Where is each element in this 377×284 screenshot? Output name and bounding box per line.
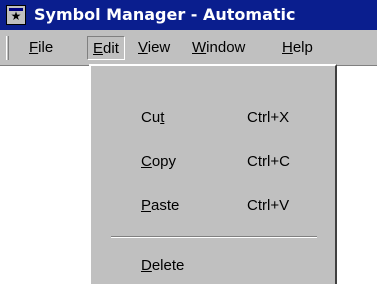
menu-file-accel: F	[29, 39, 39, 56]
delete-label-accel: D	[141, 257, 152, 274]
menu-window-accel: W	[192, 39, 207, 56]
menu-separator	[111, 236, 317, 238]
cut-label: Cut	[141, 109, 164, 126]
copy-shortcut: Ctrl+C	[247, 153, 290, 170]
paste-label-post: aste	[151, 197, 180, 214]
menu-item-copy[interactable]: Copy Ctrl+C	[91, 146, 335, 180]
title-bar: ★ Symbol Manager - Automatic	[0, 0, 377, 30]
copy-label-accel: C	[141, 153, 152, 170]
menu-edit-label: dit	[103, 40, 119, 57]
menu-item-delete[interactable]: Delete	[91, 250, 335, 284]
menu-view-accel: V	[138, 39, 148, 56]
cut-label-accel: t	[160, 109, 165, 126]
menu-help-label: elp	[292, 39, 313, 56]
menu-item-cut[interactable]: Cut Ctrl+X	[91, 102, 335, 136]
paste-shortcut: Ctrl+V	[247, 197, 290, 214]
menu-edit-accel: E	[93, 40, 104, 57]
menu-window-label: indow	[206, 39, 246, 56]
app-icon[interactable]: ★	[6, 5, 26, 25]
paste-label: Paste	[141, 197, 179, 214]
menu-item-paste[interactable]: Paste Ctrl+V	[91, 190, 335, 224]
copy-label: Copy	[141, 153, 176, 170]
menu-view[interactable]: View	[133, 36, 175, 60]
delete-label-post: elete	[151, 257, 185, 274]
menu-window[interactable]: Window	[187, 36, 250, 60]
menu-help[interactable]: Help	[277, 36, 318, 60]
star-icon: ★	[10, 9, 22, 23]
menu-help-accel: H	[282, 39, 293, 56]
menu-file[interactable]: File	[24, 36, 58, 60]
menu-file-label: ile	[38, 39, 54, 56]
window-title: Symbol Manager - Automatic	[34, 5, 296, 24]
menubar-grip[interactable]	[6, 36, 9, 60]
copy-label-post: opy	[151, 153, 177, 170]
cut-label-pre: Cu	[141, 109, 161, 126]
menu-view-label: iew	[147, 39, 171, 56]
delete-label: Delete	[141, 257, 184, 274]
menu-bar: File Edit View Window Help	[0, 30, 377, 66]
menu-edit[interactable]: Edit	[87, 36, 125, 60]
edit-menu-dropdown: Cut Ctrl+X Copy Ctrl+C Paste Ctrl+V Dele…	[89, 64, 337, 284]
cut-shortcut: Ctrl+X	[247, 109, 290, 126]
paste-label-accel: P	[141, 197, 152, 214]
